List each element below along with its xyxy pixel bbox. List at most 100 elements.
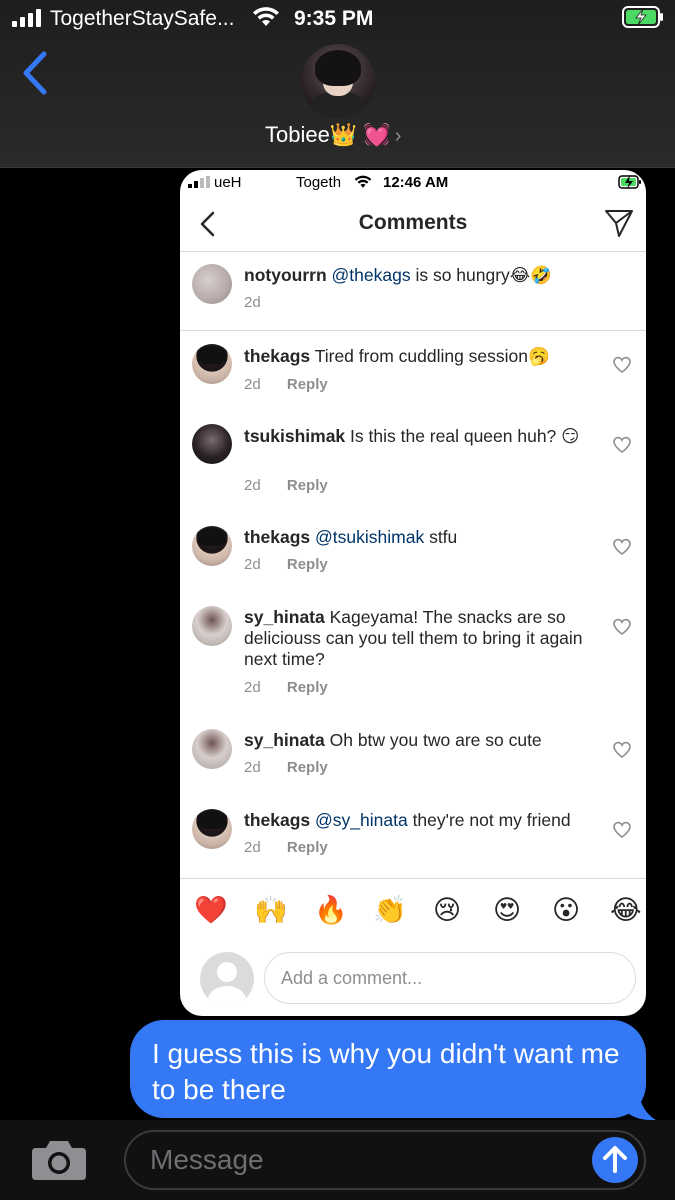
comment-username[interactable]: thekags <box>244 810 310 830</box>
avatar[interactable] <box>192 264 232 304</box>
screenshot-time: 12:46 AM <box>383 174 449 191</box>
reply-button[interactable]: Reply <box>287 759 328 776</box>
direct-send-icon[interactable] <box>604 208 634 238</box>
comment-body: Tired from cuddling session🥱 <box>314 346 550 366</box>
comment-username[interactable]: tsukishimak <box>244 426 345 446</box>
emoji-laughing-button[interactable]: 😂 <box>610 895 642 927</box>
arrow-up-icon <box>603 1146 627 1173</box>
comment-mention[interactable]: @sy_hinata <box>315 810 408 830</box>
avatar[interactable] <box>192 424 232 464</box>
contact-name: Tobiee👑 💓 <box>265 122 391 147</box>
heart-icon[interactable] <box>612 741 632 759</box>
wifi-icon <box>354 175 372 188</box>
add-comment-input[interactable] <box>264 952 636 1004</box>
quick-emoji-bar: ❤️ 🙌 🔥 👏 😢 😍 😮 😂 <box>180 878 646 944</box>
comment-meta: 2d Reply <box>244 839 328 856</box>
screenshot-status-bar: ueH Togeth 12:46 AM <box>180 170 646 196</box>
emoji-heart-button[interactable]: ❤️ <box>194 895 228 927</box>
avatar[interactable] <box>192 526 232 566</box>
comment-body: Oh btw you two are so cute <box>329 730 542 750</box>
reply-button[interactable]: Reply <box>287 839 328 856</box>
attached-screenshot-image[interactable]: ueH Togeth 12:46 AM Comments notyourrn @… <box>180 170 646 1016</box>
conversation-header: TogetherStaySafe... 9:35 PM Tobiee👑 💓 › <box>0 0 675 168</box>
screenshot-carrier-2: Togeth <box>296 174 342 191</box>
page-title: Comments <box>358 211 468 234</box>
comment-time: 2d <box>244 679 261 696</box>
comment-composer <box>180 944 646 1016</box>
message-input-bar <box>0 1120 675 1200</box>
comment-body: stfu <box>424 527 458 547</box>
comment-text: thekags @sy_hinata they're not my friend <box>244 810 594 831</box>
comment-text: tsukishimak Is this the real queen huh? … <box>244 426 594 447</box>
send-button[interactable] <box>592 1137 638 1183</box>
comment-meta: 2d Reply <box>244 556 328 573</box>
comment-body: Is this the real queen huh? 😏 <box>350 426 580 446</box>
comment-meta: 2d Reply <box>244 759 328 776</box>
cellular-signal-icon <box>188 176 210 188</box>
carrier-name: TogetherStaySafe... <box>50 7 235 30</box>
comment-username[interactable]: notyourrn <box>244 265 327 285</box>
status-time: 9:35 PM <box>294 7 374 30</box>
emoji-crying-button[interactable]: 😢 <box>433 895 461 927</box>
avatar[interactable] <box>192 344 232 384</box>
emoji-surprised-button[interactable]: 😮 <box>552 895 580 927</box>
comment-meta: 2d Reply <box>244 376 328 393</box>
contact-avatar[interactable] <box>301 44 375 118</box>
divider <box>180 330 646 331</box>
comment-text: notyourrn @thekags is so hungry😂🤣 <box>244 265 594 286</box>
avatar[interactable] <box>192 606 232 646</box>
reply-button[interactable]: Reply <box>287 556 328 573</box>
comment-time: 2d <box>244 376 261 393</box>
avatar[interactable] <box>192 809 232 849</box>
heart-icon[interactable] <box>612 618 632 636</box>
reply-button[interactable]: Reply <box>287 477 328 494</box>
contact-name-button[interactable]: Tobiee👑 💓 › <box>265 122 401 148</box>
bubble-tail <box>624 1090 656 1121</box>
emoji-raised-hands-button[interactable]: 🙌 <box>254 895 288 927</box>
heart-icon[interactable] <box>612 538 632 556</box>
battery-charging-icon <box>618 175 641 189</box>
heart-icon[interactable] <box>612 356 632 374</box>
screenshot-carrier: ueH <box>214 174 242 191</box>
comment-time: 2d <box>244 294 261 311</box>
comment-mention[interactable]: @thekags <box>332 265 411 285</box>
comment-meta: 2d Reply <box>244 477 328 494</box>
back-chevron-icon[interactable] <box>18 50 50 96</box>
comment-body: they're not my friend <box>407 810 571 830</box>
reply-button[interactable]: Reply <box>287 376 328 393</box>
battery-charging-icon <box>622 6 663 28</box>
comment-text: sy_hinata Oh btw you two are so cute <box>244 730 594 751</box>
message-text: I guess this is why you didn't want me t… <box>152 1038 620 1105</box>
comment-time: 2d <box>244 759 261 776</box>
comment-time: 2d <box>244 556 261 573</box>
comment-username[interactable]: thekags <box>244 346 310 366</box>
comment-body: is so hungry😂🤣 <box>410 265 553 285</box>
heart-icon[interactable] <box>612 821 632 839</box>
comment-meta: 2d <box>244 294 261 311</box>
status-bar: TogetherStaySafe... 9:35 PM <box>0 0 675 38</box>
user-avatar-placeholder-icon <box>200 952 254 1006</box>
chevron-right-icon: › <box>394 125 402 147</box>
wifi-icon <box>253 7 279 26</box>
comment-mention[interactable]: @tsukishimak <box>315 527 424 547</box>
sent-message-bubble[interactable]: I guess this is why you didn't want me t… <box>130 1020 646 1118</box>
comment-username[interactable]: sy_hinata <box>244 607 325 627</box>
comment-meta: 2d Reply <box>244 679 328 696</box>
comment-username[interactable]: sy_hinata <box>244 730 325 750</box>
emoji-heart-eyes-button[interactable]: 😍 <box>493 895 521 927</box>
emoji-fire-button[interactable]: 🔥 <box>314 895 348 927</box>
comment-username[interactable]: thekags <box>244 527 310 547</box>
comment-text: sy_hinata Kageyama! The snacks are so de… <box>244 607 594 670</box>
message-field <box>124 1130 646 1190</box>
comment-time: 2d <box>244 477 261 494</box>
avatar[interactable] <box>192 729 232 769</box>
comment-text: thekags @tsukishimak stfu <box>244 527 594 548</box>
camera-icon[interactable] <box>30 1138 88 1182</box>
comment-text: thekags Tired from cuddling session🥱 <box>244 346 594 367</box>
emoji-clap-button[interactable]: 👏 <box>373 895 407 927</box>
message-input[interactable] <box>150 1132 590 1188</box>
cellular-signal-icon <box>12 9 41 27</box>
heart-icon[interactable] <box>612 436 632 454</box>
comments-nav-bar: Comments <box>180 196 646 252</box>
reply-button[interactable]: Reply <box>287 679 328 696</box>
